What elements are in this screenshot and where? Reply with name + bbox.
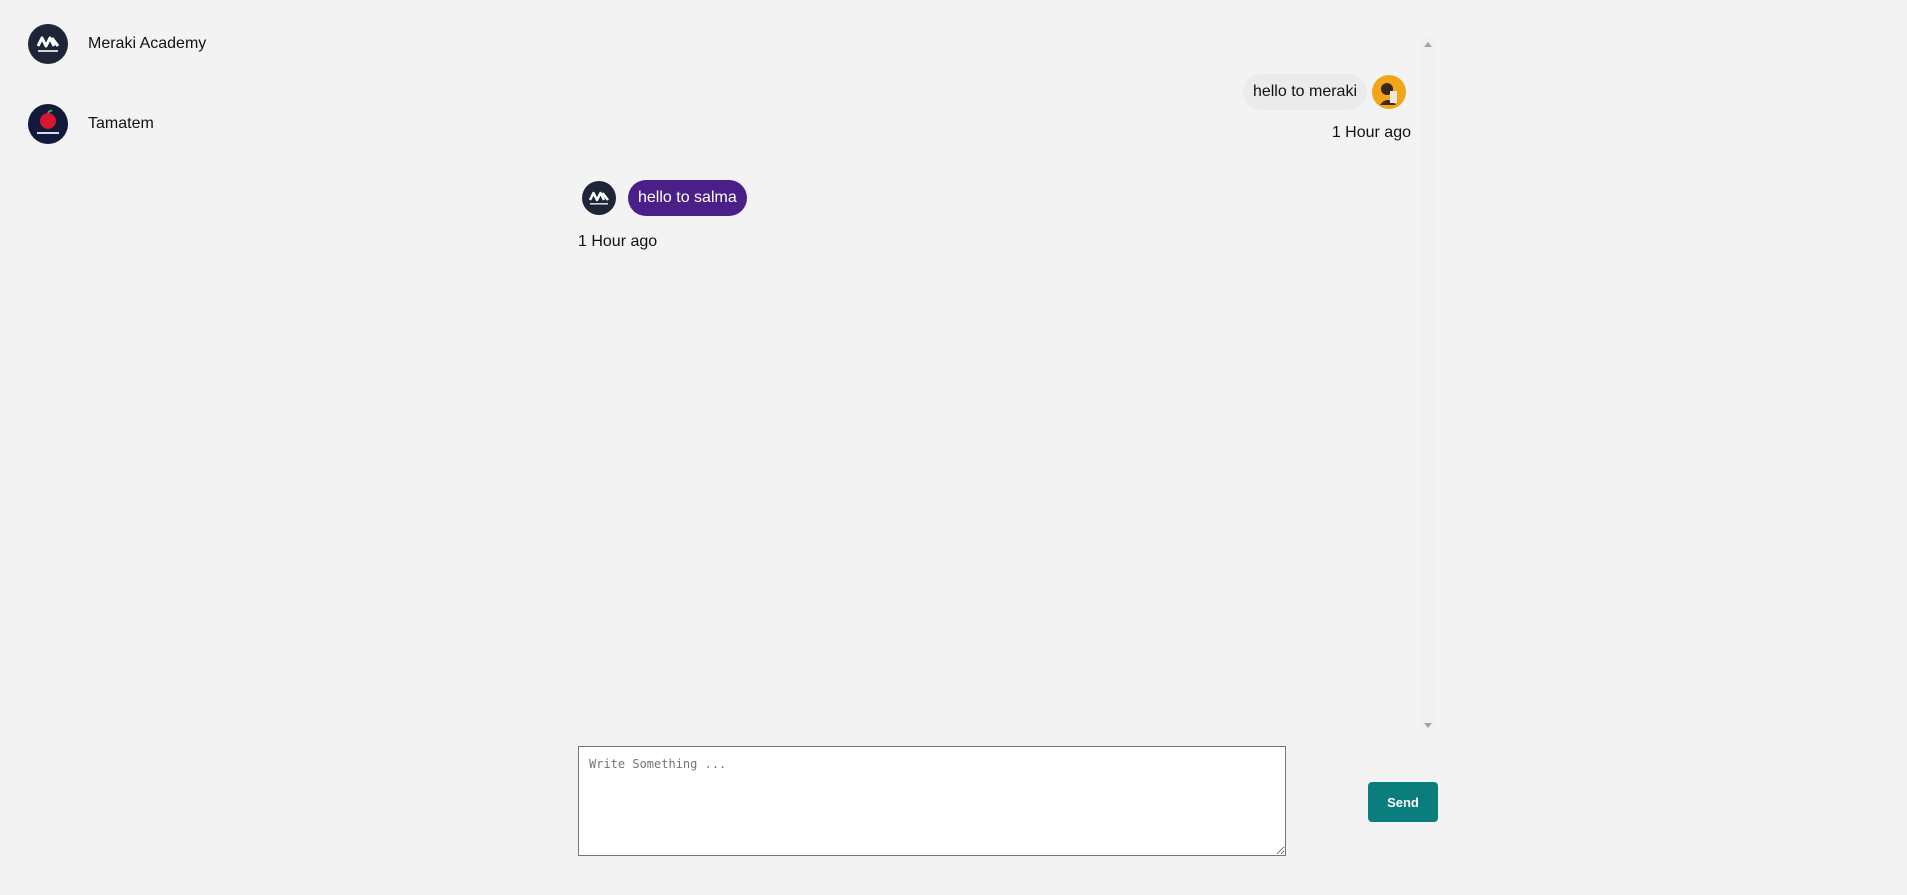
message-list-scrollbar[interactable] — [1419, 36, 1437, 734]
contact-item-meraki-academy[interactable]: Meraki Academy — [28, 24, 206, 64]
message-bubble: hello to salma — [628, 180, 747, 216]
user-avatar-icon — [1372, 75, 1406, 109]
message-input[interactable] — [578, 746, 1286, 856]
meraki-academy-logo-icon — [582, 181, 616, 215]
contact-item-tamatem[interactable]: Tamatem — [28, 104, 154, 144]
contact-name: Tamatem — [88, 115, 154, 132]
incoming-message: hello to salma — [582, 180, 747, 216]
outgoing-message: hello to meraki — [1242, 74, 1420, 110]
message-timestamp: 1 Hour ago — [578, 233, 658, 250]
tamatem-logo-icon — [28, 104, 68, 144]
message-bubble: hello to meraki — [1242, 74, 1367, 110]
scroll-up-icon[interactable] — [1424, 42, 1432, 47]
chat-page: Meraki Academy Tamatem hello to meraki 1… — [0, 0, 1907, 895]
message-timestamp: 1 Hour ago — [1331, 124, 1411, 141]
message-list[interactable]: hello to meraki 1 Hour ago hello to salm… — [570, 36, 1420, 734]
meraki-academy-logo-icon — [28, 24, 68, 64]
contact-name: Meraki Academy — [88, 35, 207, 52]
scroll-down-icon[interactable] — [1424, 723, 1432, 728]
send-button[interactable]: Send — [1368, 782, 1438, 822]
